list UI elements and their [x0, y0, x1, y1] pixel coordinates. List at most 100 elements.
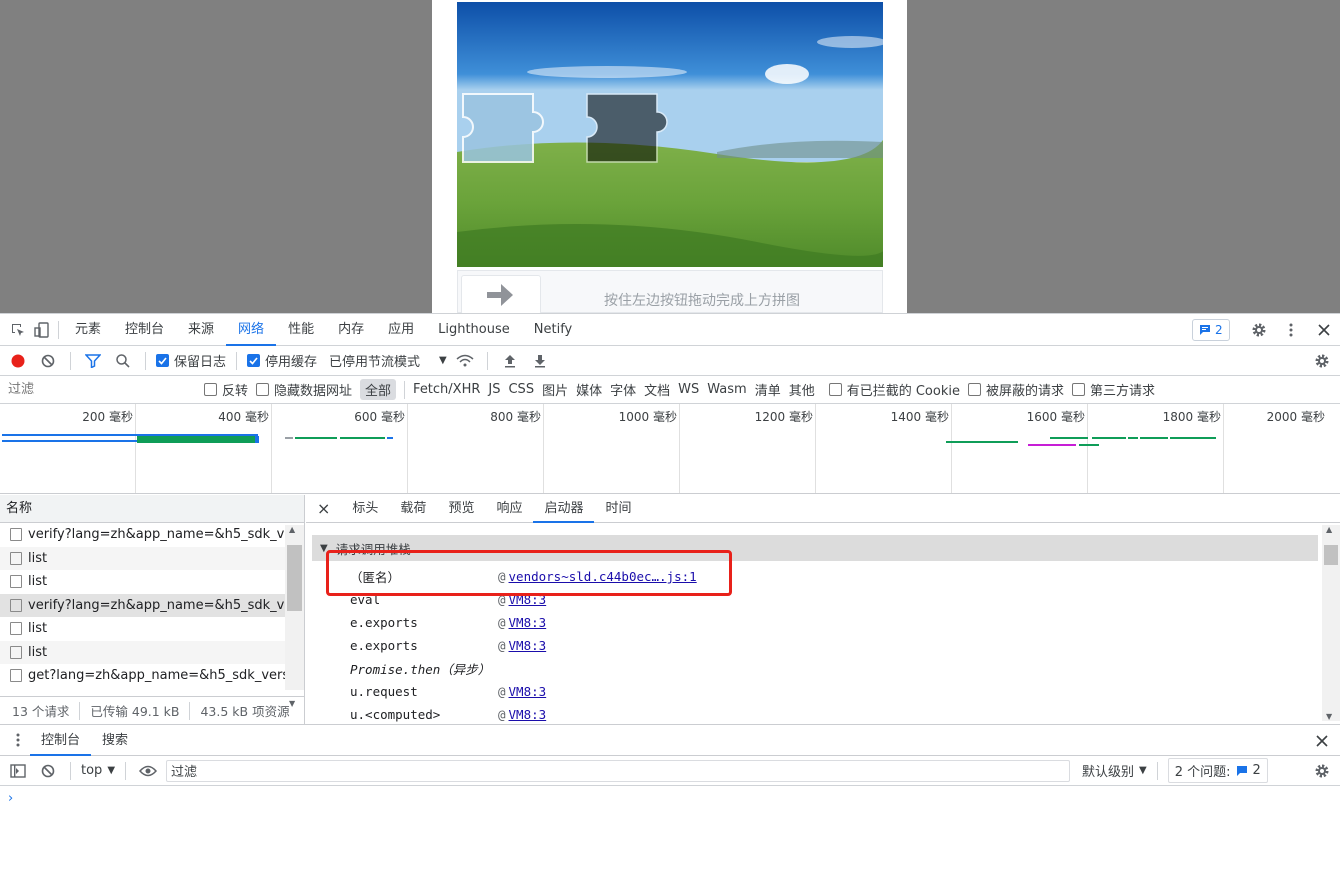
devtools-panel: 元素 控制台 来源 网络 性能 内存 应用 Lighthouse Netify … — [0, 313, 1340, 882]
blocked-requests-checkbox[interactable]: 被屏蔽的请求 — [967, 380, 1064, 399]
inspect-element-icon[interactable] — [6, 318, 30, 342]
tab-performance[interactable]: 性能 — [276, 314, 326, 346]
live-expression-eye-icon[interactable] — [136, 759, 160, 783]
network-filter-bar: 反转 隐藏数据网址 全部 Fetch/XHR JS CSS 图片 媒体 字体 文… — [0, 376, 1340, 404]
request-row[interactable]: list — [0, 617, 285, 641]
type-filter-other[interactable]: 其他 — [789, 379, 815, 400]
console-issues-button[interactable]: 2 个问题: 2 — [1167, 758, 1268, 783]
type-filter-font[interactable]: 字体 — [610, 379, 636, 400]
tab-network[interactable]: 网络 — [226, 314, 277, 346]
type-filter-ws[interactable]: WS — [678, 381, 699, 398]
preserve-log-checkbox[interactable]: 保留日志 — [156, 351, 226, 370]
request-row-selected[interactable]: verify?lang=zh&app_name=&h5_sdk_version — [0, 593, 285, 617]
scrollbar-thumb[interactable] — [1324, 545, 1338, 565]
tab-lighthouse[interactable]: Lighthouse — [426, 314, 522, 346]
tab-memory[interactable]: 内存 — [326, 314, 376, 346]
close-detail-icon[interactable]: × — [306, 495, 341, 523]
detail-scrollbar[interactable]: ▲ ▼ — [1322, 525, 1340, 721]
type-filter-media[interactable]: 媒体 — [576, 379, 602, 400]
filter-funnel-icon[interactable] — [81, 349, 105, 373]
source-link[interactable]: VM8:3 — [509, 638, 547, 653]
source-link[interactable]: VM8:3 — [509, 707, 547, 722]
throttle-select[interactable]: 已停用节流模式 ▼ — [329, 351, 447, 370]
tab-sources[interactable]: 来源 — [176, 314, 226, 346]
request-list-scrollbar[interactable]: ▲ ▼ — [285, 525, 304, 708]
file-icon — [10, 645, 22, 659]
type-filter-all[interactable]: 全部 — [360, 379, 397, 400]
tab-elements[interactable]: 元素 — [63, 314, 113, 346]
disable-cache-checkbox[interactable]: 停用缓存 — [247, 351, 317, 370]
hide-data-urls-checkbox[interactable]: 隐藏数据网址 — [256, 380, 352, 399]
file-icon — [10, 551, 22, 565]
search-icon[interactable] — [111, 349, 135, 373]
dropdown-arrow-icon: ▼ — [439, 355, 447, 366]
tab-response[interactable]: 响应 — [485, 495, 533, 523]
request-row[interactable]: verify?lang=zh&app_name=&h5_sdk_version — [0, 523, 285, 547]
tab-headers[interactable]: 标头 — [341, 495, 389, 523]
show-sidebar-icon[interactable] — [6, 759, 30, 783]
type-filter-manifest[interactable]: 清单 — [755, 379, 781, 400]
device-toolbar-icon[interactable] — [30, 318, 54, 342]
console-filter-input[interactable]: 过滤 — [166, 759, 1071, 782]
divider — [70, 351, 71, 370]
more-options-icon[interactable] — [1279, 318, 1303, 342]
drawer-tab-console[interactable]: 控制台 — [30, 725, 92, 756]
column-header-name[interactable]: 名称 — [0, 495, 304, 523]
log-level-select[interactable]: 默认级别 ▼ — [1082, 761, 1147, 780]
dropdown-arrow-icon: ▼ — [107, 765, 116, 776]
request-row[interactable]: list — [0, 546, 285, 570]
stack-frame: e.exports @ VM8:3 — [350, 615, 547, 630]
async-boundary: Promise.then（异步） — [350, 662, 491, 677]
network-settings-gear-icon[interactable] — [1310, 349, 1334, 373]
console-settings-gear-icon[interactable] — [1310, 759, 1334, 783]
console-prompt[interactable]: › — [8, 791, 13, 806]
type-filter-wasm[interactable]: Wasm — [707, 381, 746, 398]
network-toolbar: 保留日志 停用缓存 已停用节流模式 ▼ — [0, 346, 1340, 376]
tab-timing[interactable]: 时间 — [594, 495, 642, 523]
context-selector[interactable]: top ▼ — [81, 763, 115, 778]
slider-handle[interactable] — [461, 275, 541, 315]
file-icon — [10, 528, 22, 542]
drawer-tab-search[interactable]: 搜索 — [91, 725, 139, 756]
type-filter-js[interactable]: JS — [488, 381, 500, 398]
devtools-main-tabbar: 元素 控制台 来源 网络 性能 内存 应用 Lighthouse Netify … — [0, 314, 1340, 346]
type-filter-img[interactable]: 图片 — [542, 379, 568, 400]
close-drawer-icon[interactable] — [1310, 729, 1334, 753]
tab-initiator[interactable]: 启动器 — [533, 494, 595, 523]
request-row[interactable]: list — [0, 570, 285, 594]
issues-badge[interactable]: 2 — [1192, 319, 1230, 341]
tab-payload[interactable]: 载荷 — [389, 495, 437, 523]
import-har-icon[interactable] — [498, 349, 522, 373]
invert-checkbox[interactable]: 反转 — [204, 380, 248, 399]
third-party-checkbox[interactable]: 第三方请求 — [1072, 380, 1155, 399]
scroll-down-icon[interactable]: ▼ — [1326, 712, 1332, 721]
type-filter-css[interactable]: CSS — [508, 381, 534, 398]
export-har-icon[interactable] — [528, 349, 552, 373]
tab-console[interactable]: 控制台 — [113, 314, 176, 346]
type-filter-fetch-xhr[interactable]: Fetch/XHR — [413, 381, 480, 398]
tab-application[interactable]: 应用 — [376, 314, 426, 346]
source-link[interactable]: VM8:3 — [509, 684, 547, 699]
source-link[interactable]: VM8:3 — [509, 615, 547, 630]
close-devtools-icon[interactable] — [1312, 318, 1336, 342]
record-icon[interactable] — [6, 349, 30, 373]
network-filter-input[interactable] — [4, 379, 188, 400]
clear-icon[interactable] — [36, 349, 60, 373]
type-filter-doc[interactable]: 文档 — [644, 379, 670, 400]
settings-gear-icon[interactable] — [1247, 318, 1271, 342]
slider-hint: 按住左边按钮拖动完成上方拼图 — [604, 293, 800, 309]
scroll-up-icon[interactable]: ▲ — [289, 525, 295, 534]
console-drawer: 控制台 搜索 top ▼ 过滤 默认级别 ▼ 2 个问题: 2 › — [0, 724, 1340, 883]
network-conditions-icon[interactable] — [453, 349, 477, 373]
puzzle-piece[interactable] — [462, 93, 544, 163]
blocked-cookies-checkbox[interactable]: 有已拦截的 Cookie — [828, 380, 960, 399]
drawer-menu-icon[interactable] — [6, 728, 30, 752]
network-overview-timeline[interactable]: 200 毫秒 400 毫秒 600 毫秒 800 毫秒 1000 毫秒 1200… — [0, 404, 1340, 494]
scrollbar-thumb[interactable] — [287, 545, 302, 611]
request-row[interactable]: list — [0, 640, 285, 664]
clear-console-icon[interactable] — [36, 759, 60, 783]
scroll-up-icon[interactable]: ▲ — [1326, 525, 1332, 534]
tab-netify[interactable]: Netify — [522, 314, 584, 346]
tab-preview[interactable]: 预览 — [437, 495, 485, 523]
request-row[interactable]: get?lang=zh&app_name=&h5_sdk_version — [0, 664, 285, 688]
